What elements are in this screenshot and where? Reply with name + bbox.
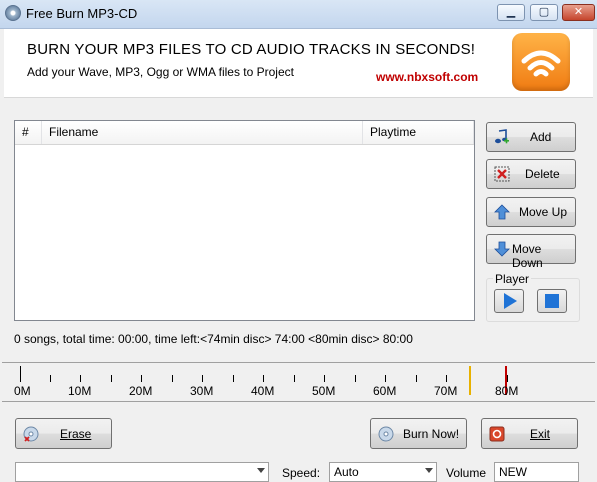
burn-disc-icon: [378, 426, 394, 442]
delete-button[interactable]: Delete: [486, 159, 576, 189]
ruler-tick-0: [20, 366, 21, 382]
volume-value: NEW: [499, 465, 527, 479]
ruler-label-50: 50M: [312, 384, 336, 398]
window-title: Free Burn MP3-CD: [26, 6, 138, 21]
drive-select[interactable]: [15, 462, 269, 482]
list-header: # Filename Playtime: [15, 121, 474, 145]
banner-subtitle: Add your Wave, MP3, Ogg or WMA files to …: [27, 65, 294, 79]
ruler-tick-30: [202, 375, 203, 382]
arrow-up-icon: [494, 204, 510, 220]
ruler-tick-10: [80, 375, 81, 382]
column-filename[interactable]: Filename: [42, 121, 363, 144]
close-icon: ✕: [573, 6, 584, 18]
music-note-add-icon: [495, 129, 509, 144]
exit-button[interactable]: Exit: [481, 418, 578, 449]
speed-label: Speed:: [282, 466, 321, 480]
ruler-label-10: 10M: [68, 384, 92, 398]
erase-disc-icon: [23, 426, 39, 442]
move-up-button[interactable]: Move Up: [486, 197, 576, 227]
close-button[interactable]: ✕: [562, 4, 595, 21]
delete-icon: [494, 166, 510, 182]
column-playtime[interactable]: Playtime: [363, 121, 474, 144]
exit-label: Exit: [530, 427, 551, 441]
add-button[interactable]: Add: [486, 122, 576, 152]
ruler-tick-minor: [416, 375, 417, 382]
ruler-tick-minor: [111, 375, 112, 382]
ruler-tick-70: [446, 375, 447, 382]
exit-icon: [489, 426, 505, 442]
erase-button[interactable]: Erase: [15, 418, 112, 449]
erase-label: Erase: [60, 427, 92, 441]
player-label: Player: [493, 272, 532, 286]
volume-field[interactable]: NEW: [494, 462, 579, 482]
ruler-label-60: 60M: [373, 384, 397, 398]
ruler-tick-40: [263, 375, 264, 382]
speed-value: Auto: [334, 465, 359, 479]
stop-button[interactable]: [537, 289, 567, 313]
ruler-tick-minor: [50, 375, 51, 382]
move-down-button[interactable]: Move Down: [486, 234, 576, 270]
ruler-label-20: 20M: [129, 384, 153, 398]
wifi-logo-icon: [512, 33, 570, 91]
ruler-label-70: 70M: [434, 384, 458, 398]
maximize-icon: ▢: [538, 6, 550, 18]
column-number[interactable]: #: [15, 121, 42, 144]
ruler-tick-20: [141, 375, 142, 382]
speed-select[interactable]: Auto: [329, 462, 437, 482]
ruler-label-30: 30M: [190, 384, 214, 398]
app-cd-icon: [5, 5, 21, 21]
maximize-button[interactable]: ▢: [530, 4, 558, 21]
capacity-ruler: 0M 10M 20M 30M 40M 50M 60M 70M 80M: [2, 362, 595, 402]
ruler-tick-minor: [294, 375, 295, 382]
ruler-tick-50: [324, 375, 325, 382]
play-button[interactable]: [494, 289, 524, 313]
ruler-tick-60: [385, 375, 386, 382]
ruler-tick-minor: [172, 375, 173, 382]
delete-label: Delete: [525, 167, 560, 181]
burn-now-button[interactable]: Burn Now!: [370, 418, 467, 449]
move-down-label: Move Down: [512, 242, 543, 270]
ruler-label-0: 0M: [14, 384, 31, 398]
banner-headline: BURN YOUR MP3 FILES TO CD AUDIO TRACKS I…: [27, 41, 476, 58]
ruler-label-80: 80M: [495, 384, 519, 398]
ruler-tick-80: [507, 375, 508, 382]
minimize-icon: ▁: [506, 6, 516, 18]
website-link[interactable]: www.nbxsoft.com: [376, 70, 478, 84]
banner: BURN YOUR MP3 FILES TO CD AUDIO TRACKS I…: [4, 29, 593, 98]
song-list[interactable]: # Filename Playtime: [14, 120, 475, 321]
volume-label: Volume: [446, 466, 487, 480]
marker-74min: [469, 366, 471, 395]
stop-icon: [545, 294, 559, 308]
ruler-label-40: 40M: [251, 384, 275, 398]
title-bar: Free Burn MP3-CD ▁ ▢ ✕: [0, 0, 597, 29]
minimize-button[interactable]: ▁: [497, 4, 525, 21]
play-icon: [504, 293, 517, 309]
move-up-label: Move Up: [519, 205, 568, 219]
chevron-down-icon: [425, 468, 433, 473]
ruler-tick-minor: [233, 375, 234, 382]
ruler-tick-minor: [355, 375, 356, 382]
arrow-down-icon: [494, 241, 510, 257]
status-text: 0 songs, total time: 00:00, time left:<7…: [14, 332, 413, 346]
chevron-down-icon: [257, 468, 265, 473]
burn-now-label: Burn Now!: [403, 427, 460, 441]
add-label: Add: [530, 130, 552, 144]
